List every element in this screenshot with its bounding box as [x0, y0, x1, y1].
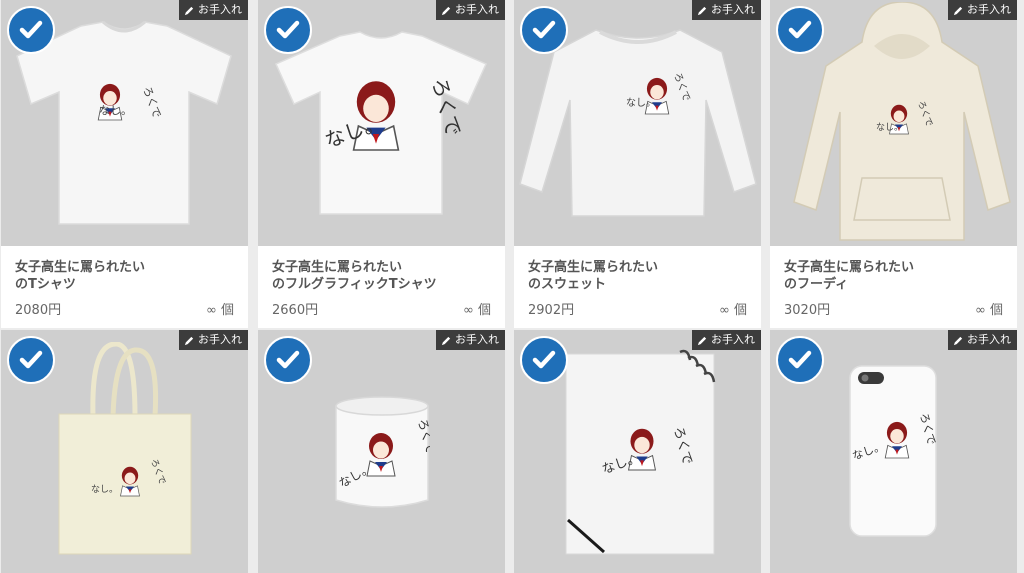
art-text-2: なし。: [876, 122, 903, 133]
product-stock: ∞ 個: [719, 303, 747, 318]
product-info: 女子高生に罵られたい のフルグラフィックTシャツ 2660円 ∞ 個: [258, 246, 505, 328]
care-label: お手入れ: [711, 3, 755, 16]
product-stock: ∞ 個: [975, 303, 1003, 318]
pencil-icon: [953, 6, 963, 15]
product-thumbnail[interactable]: お手入れ ろくで なし。: [258, 330, 505, 573]
product-thumbnail[interactable]: お手入れ ろくで なし。: [514, 0, 761, 246]
care-label: お手入れ: [198, 3, 242, 16]
care-label: お手入れ: [198, 333, 242, 346]
product-price: 2660円: [272, 303, 319, 318]
product-card-notebook[interactable]: お手入れ ろくで なし。: [514, 330, 761, 573]
tote-bag-image: ろくで なし。: [55, 342, 195, 558]
product-name[interactable]: 女子高生に罵られたい のTシャツ: [15, 259, 234, 295]
care-instructions-button[interactable]: お手入れ: [948, 0, 1017, 20]
product-card-tote-bag[interactable]: お手入れ ろくで なし。: [1, 330, 248, 573]
pencil-icon: [441, 6, 451, 15]
fullgraphic-tshirt-image: ろくで なし。: [272, 30, 490, 220]
check-icon[interactable]: [264, 6, 312, 54]
care-label: お手入れ: [967, 333, 1011, 346]
product-thumbnail[interactable]: お手入れ ろくで なし。: [1, 0, 248, 246]
product-thumbnail[interactable]: お手入れ ろくで なし。: [770, 0, 1017, 246]
product-grid: お手入れ ろくで なし。 女子高生に罵られたい のTシャツ 2080円 ∞ 個 …: [0, 0, 1024, 573]
pencil-icon: [697, 336, 707, 345]
care-label: お手入れ: [711, 333, 755, 346]
product-thumbnail[interactable]: お手入れ ろくで なし。: [258, 0, 505, 246]
pencil-icon: [697, 6, 707, 15]
care-instructions-button[interactable]: お手入れ: [692, 0, 761, 20]
phone-case-image: ろくで なし。: [848, 364, 938, 538]
product-stock: ∞ 個: [206, 303, 234, 318]
care-instructions-button[interactable]: お手入れ: [179, 330, 248, 350]
product-card-tshirt[interactable]: お手入れ ろくで なし。 女子高生に罵られたい のTシャツ 2080円 ∞ 個: [1, 0, 248, 328]
care-label: お手入れ: [455, 333, 499, 346]
product-card-sweatshirt[interactable]: お手入れ ろくで なし。 女子高生に罵られたい のスウェット 2902円 ∞ 個: [514, 0, 761, 328]
product-price: 2902円: [528, 303, 575, 318]
product-name[interactable]: 女子高生に罵られたい のスウェット: [528, 259, 747, 295]
check-icon[interactable]: [520, 6, 568, 54]
check-icon[interactable]: [776, 6, 824, 54]
mug-image: ろくで なし。: [334, 396, 430, 512]
product-card-phone-case[interactable]: お手入れ ろくで なし。: [770, 330, 1017, 573]
pencil-icon: [441, 336, 451, 345]
product-price: 2080円: [15, 303, 62, 318]
pencil-icon: [184, 6, 194, 15]
product-card-mug[interactable]: お手入れ ろくで なし。: [258, 330, 505, 573]
notebook-image: ろくで なし。: [564, 348, 724, 558]
product-price: 3020円: [784, 303, 831, 318]
care-label: お手入れ: [967, 3, 1011, 16]
pencil-icon: [953, 336, 963, 345]
art-text-2: なし。: [626, 97, 656, 109]
product-thumbnail[interactable]: お手入れ ろくで なし。: [770, 330, 1017, 573]
check-icon[interactable]: [264, 336, 312, 384]
check-icon[interactable]: [7, 6, 55, 54]
care-label: お手入れ: [455, 3, 499, 16]
product-info: 女子高生に罵られたい のスウェット 2902円 ∞ 個: [514, 246, 761, 328]
check-icon[interactable]: [520, 336, 568, 384]
pencil-icon: [184, 336, 194, 345]
care-instructions-button[interactable]: お手入れ: [692, 330, 761, 350]
check-icon[interactable]: [776, 336, 824, 384]
product-info: 女子高生に罵られたい のフーディ 3020円 ∞ 個: [770, 246, 1017, 328]
product-stock: ∞ 個: [463, 303, 491, 318]
care-instructions-button[interactable]: お手入れ: [948, 330, 1017, 350]
care-instructions-button[interactable]: お手入れ: [436, 330, 505, 350]
sweatshirt-image: ろくで なし。: [516, 24, 760, 224]
product-thumbnail[interactable]: お手入れ ろくで なし。: [514, 330, 761, 573]
art-text-2: なし。: [91, 484, 118, 495]
product-thumbnail[interactable]: お手入れ ろくで なし。: [1, 330, 248, 573]
check-icon[interactable]: [7, 336, 55, 384]
care-instructions-button[interactable]: お手入れ: [179, 0, 248, 20]
art-text-2: なし。: [99, 104, 132, 117]
product-name[interactable]: 女子高生に罵られたい のフルグラフィックTシャツ: [272, 259, 491, 295]
care-instructions-button[interactable]: お手入れ: [436, 0, 505, 20]
product-card-hoodie[interactable]: お手入れ ろくで なし。 女子高生に罵られたい のフーディ 3020円 ∞ 個: [770, 0, 1017, 328]
product-info: 女子高生に罵られたい のTシャツ 2080円 ∞ 個: [1, 246, 248, 328]
product-name[interactable]: 女子高生に罵られたい のフーディ: [784, 259, 1003, 295]
product-card-fullgraphic-tshirt[interactable]: お手入れ ろくで なし。 女子高生に罵られたい のフルグラフィックTシャツ 26…: [258, 0, 505, 328]
